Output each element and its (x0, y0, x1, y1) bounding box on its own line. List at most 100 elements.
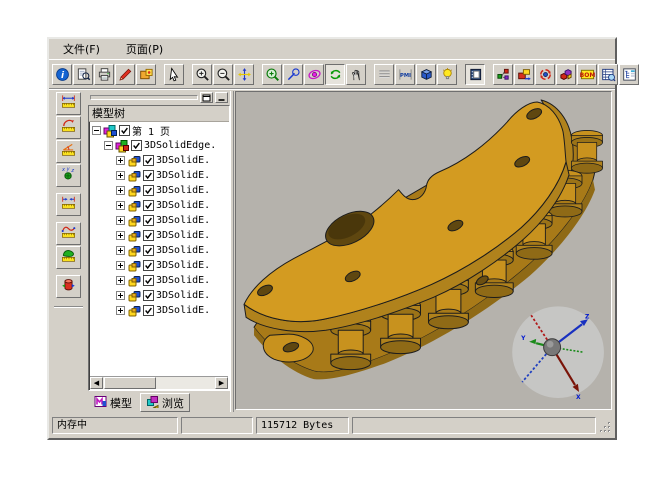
dim-area-icon (61, 248, 76, 267)
panel-gripper[interactable] (90, 95, 198, 100)
model-tree: 第 1 页3DSolidEdge.3DSolidE.3DSolidE.3DSol… (90, 123, 228, 376)
panel-restore-button[interactable] (200, 92, 213, 103)
expand-icon[interactable] (116, 276, 125, 285)
tree-item[interactable]: 3DSolidE. (90, 273, 228, 288)
export-button[interactable] (514, 64, 534, 85)
pan-button[interactable] (234, 64, 254, 85)
dynamic-zoom-button[interactable] (283, 64, 303, 85)
expand-icon[interactable] (116, 171, 125, 180)
orbit-button[interactable] (304, 64, 324, 85)
palette-button[interactable] (136, 64, 156, 85)
print-preview-icon (76, 67, 91, 82)
expand-icon[interactable] (116, 261, 125, 270)
dynamic-zoom-icon (286, 67, 301, 82)
viewport-3d[interactable]: Z X Y (235, 91, 612, 410)
tree-item[interactable]: 3DSolidE. (90, 168, 228, 183)
scroll-thumb[interactable] (104, 377, 156, 389)
tree-item-checkbox[interactable] (143, 305, 154, 316)
tree-item[interactable]: 3DSolidE. (90, 183, 228, 198)
zoom-window-button[interactable] (262, 64, 282, 85)
expand-icon[interactable] (116, 216, 125, 225)
expand-icon[interactable] (116, 186, 125, 195)
dim-linear-button[interactable] (56, 92, 81, 115)
dim-radius-button[interactable] (56, 116, 81, 139)
menu-item-1[interactable]: 页面(P) (124, 39, 165, 59)
tab-browse[interactable]: 浏览 (140, 393, 190, 412)
tree-item-checkbox[interactable] (131, 140, 142, 151)
dim-area-button[interactable] (56, 246, 81, 269)
tree-horizontal-scrollbar[interactable]: ◀ ▶ (90, 376, 228, 389)
tree-item-checkbox[interactable] (143, 215, 154, 226)
tree-item[interactable]: 3DSolidE. (90, 288, 228, 303)
expand-icon[interactable] (116, 156, 125, 165)
dim-xyz-button[interactable]: xyz (56, 164, 81, 187)
lighting-icon (440, 67, 455, 82)
menu-item-0[interactable]: 文件(F) (61, 39, 102, 59)
dim-distance-button[interactable] (56, 193, 81, 216)
layers-button[interactable] (374, 64, 394, 85)
tree-item-checkbox[interactable] (143, 185, 154, 196)
tree-item[interactable]: 3DSolidE. (90, 153, 228, 168)
dim-angle-button[interactable] (56, 140, 81, 163)
tree-item-checkbox[interactable] (143, 200, 154, 211)
expand-icon[interactable] (116, 201, 125, 210)
model-tree-panel: 模型树 第 1 页3DSolidEdge.3DSolidE.3DSolidE.3… (88, 91, 230, 412)
view-box-button[interactable] (416, 64, 436, 85)
tree-item-checkbox[interactable] (143, 290, 154, 301)
tree-item-checkbox[interactable] (119, 125, 130, 136)
tree-item[interactable]: 第 1 页 (90, 123, 228, 138)
collapse-icon[interactable] (92, 126, 101, 135)
panel-hide-button[interactable] (215, 92, 228, 103)
part-icon (127, 169, 141, 183)
orientation-trackball[interactable]: Z X Y (512, 306, 604, 401)
dim-volume-button[interactable] (56, 275, 81, 298)
tree-item-checkbox[interactable] (143, 170, 154, 181)
tree-item[interactable]: 3DSolidE. (90, 198, 228, 213)
tree-item-checkbox[interactable] (143, 260, 154, 271)
expand-icon[interactable] (116, 306, 125, 315)
resize-grip[interactable] (599, 419, 612, 432)
expand-icon[interactable] (116, 246, 125, 255)
collapse-icon[interactable] (104, 141, 113, 150)
zoom-in-button[interactable] (192, 64, 212, 85)
tree-item-checkbox[interactable] (143, 155, 154, 166)
dim-curve-button[interactable] (56, 222, 81, 245)
select-cursor-button[interactable] (164, 64, 184, 85)
spin-button[interactable] (325, 64, 345, 85)
tree-item[interactable]: 3DSolidE. (90, 228, 228, 243)
tree-item[interactable]: 3DSolidE. (90, 303, 228, 318)
info-button[interactable]: i (52, 64, 72, 85)
hide-icon (217, 94, 226, 102)
tree-list-button[interactable] (619, 64, 639, 85)
expand-icon[interactable] (116, 291, 125, 300)
lighting-button[interactable] (437, 64, 457, 85)
tree-item[interactable]: 3DSolidE. (90, 258, 228, 273)
tree-item[interactable]: 3DSolidE. (90, 243, 228, 258)
solid-blocks-button[interactable] (556, 64, 576, 85)
report-table-button[interactable] (598, 64, 618, 85)
tree-item-checkbox[interactable] (143, 230, 154, 241)
tree-item[interactable]: 3DSolidE. (90, 213, 228, 228)
tree-item-checkbox[interactable] (143, 245, 154, 256)
tree-item[interactable]: 3DSolidEdge. (90, 138, 228, 153)
notebook-button[interactable] (465, 64, 485, 85)
panel-splitter[interactable] (230, 91, 234, 412)
scroll-left-button[interactable]: ◀ (90, 377, 103, 389)
status-cell-memory: 内存中 (52, 417, 178, 434)
pmi-button[interactable]: PMI (395, 64, 415, 85)
update-button[interactable] (535, 64, 555, 85)
print-button[interactable] (94, 64, 114, 85)
expand-icon[interactable] (116, 231, 125, 240)
zoom-out-button[interactable] (213, 64, 233, 85)
tree-item-checkbox[interactable] (143, 275, 154, 286)
tree-item-label: 3DSolidE. (156, 260, 210, 271)
pan-hand-button[interactable] (346, 64, 366, 85)
scroll-right-button[interactable]: ▶ (215, 377, 228, 389)
bom-button[interactable]: BOM (577, 64, 597, 85)
print-preview-button[interactable] (73, 64, 93, 85)
dim-xyz-icon: xyz (61, 166, 76, 185)
part-structure-button[interactable] (493, 64, 513, 85)
markup-pen-button[interactable] (115, 64, 135, 85)
tab-model[interactable]: 模型 (88, 393, 138, 412)
tree-item-label: 3DSolidE. (156, 170, 210, 181)
